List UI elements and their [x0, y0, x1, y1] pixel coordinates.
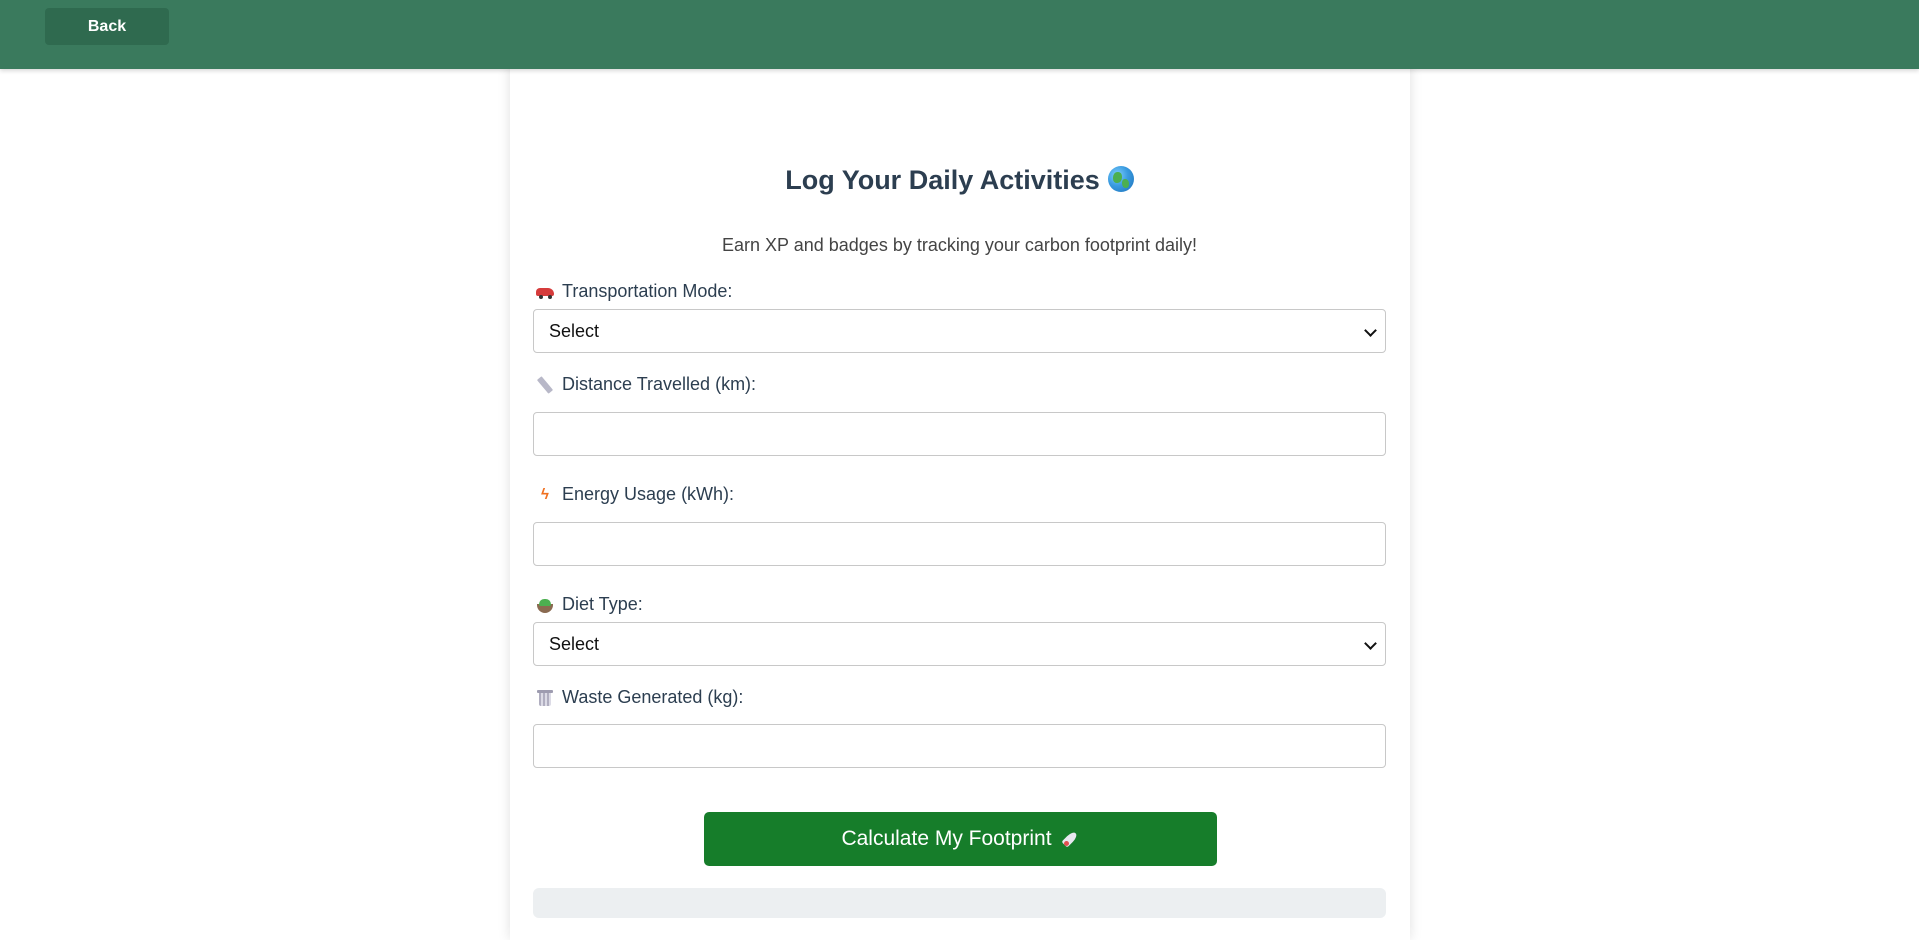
- distance-label-text: Distance Travelled (km):: [562, 374, 757, 394]
- transportation-label-text: Transportation Mode:: [562, 281, 733, 301]
- salad-icon: [536, 596, 554, 614]
- energy-label: ϟ Energy Usage (kWh):: [536, 484, 734, 505]
- diet-label: Diet Type:: [536, 594, 643, 615]
- page-title: Log Your Daily Activities: [0, 165, 1919, 196]
- waste-label: Waste Generated (kg):: [536, 687, 743, 708]
- waste-input[interactable]: [533, 724, 1386, 768]
- diet-label-text: Diet Type:: [562, 594, 643, 614]
- page-subtitle: Earn XP and badges by tracking your carb…: [722, 235, 1197, 255]
- car-icon: [536, 283, 554, 301]
- calculate-footprint-button[interactable]: Calculate My Footprint: [704, 812, 1217, 866]
- waste-label-text: Waste Generated (kg):: [562, 687, 744, 707]
- top-bar: Back: [0, 0, 1919, 69]
- chevron-down-icon: [1364, 324, 1377, 337]
- trash-icon: [536, 689, 554, 707]
- transportation-label: Transportation Mode:: [536, 281, 732, 302]
- energy-label-text: Energy Usage (kWh):: [562, 484, 735, 504]
- diet-select[interactable]: Select: [533, 622, 1386, 666]
- back-button[interactable]: Back: [45, 8, 169, 45]
- ruler-icon: [536, 376, 554, 394]
- globe-icon: [1107, 166, 1134, 192]
- diet-select-value: Select: [549, 633, 600, 654]
- chevron-down-icon: [1364, 637, 1377, 650]
- lightning-icon: ϟ: [541, 485, 549, 503]
- transportation-select[interactable]: Select: [533, 309, 1386, 353]
- energy-input[interactable]: [533, 522, 1386, 566]
- page-title-text: Log Your Daily Activities: [785, 165, 1100, 195]
- calculate-button-label: Calculate My Footprint: [841, 827, 1052, 850]
- transportation-select-value: Select: [549, 320, 600, 341]
- result-panel: [533, 888, 1386, 918]
- distance-input[interactable]: [533, 412, 1386, 456]
- distance-label: Distance Travelled (km):: [536, 374, 756, 395]
- rocket-icon: [1062, 830, 1080, 848]
